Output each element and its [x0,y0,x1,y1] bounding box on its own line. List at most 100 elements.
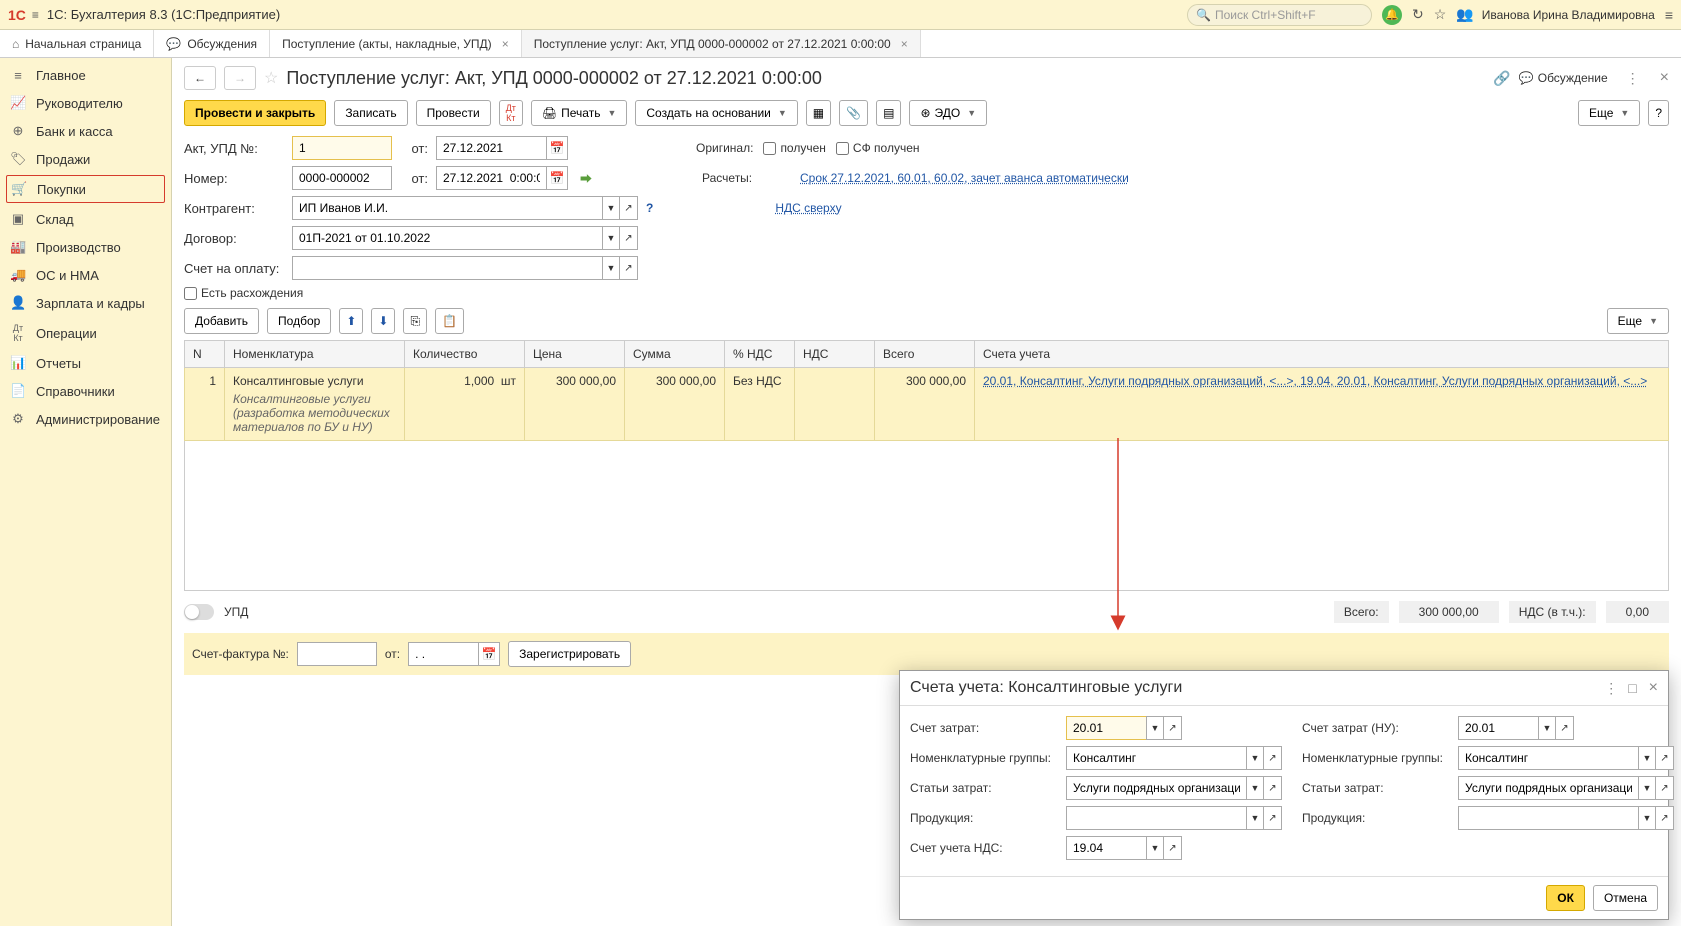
sidebar-item-assets[interactable]: 🚚ОС и НМА [0,261,171,289]
discrepancy-checkbox[interactable]: Есть расхождения [184,286,303,300]
select-button[interactable]: Подбор [267,308,331,334]
sidebar-item-production[interactable]: 🏭Производство [0,233,171,261]
nav-back-button[interactable]: ← [184,66,216,90]
open-icon[interactable]: ↗ [1264,806,1282,830]
print-button[interactable]: 🖨Печать▼ [531,100,627,126]
notifications-icon[interactable]: 🔔 [1382,5,1402,25]
table-more-button[interactable]: Еще▼ [1607,308,1669,334]
sidebar-item-sales[interactable]: 🏷Продажи [0,145,171,173]
open-icon[interactable]: ↗ [620,226,638,250]
vat-link[interactable]: НДС сверху [775,201,841,215]
col-n[interactable]: N [185,341,225,368]
col-vat[interactable]: НДС [795,341,875,368]
dtkt-button[interactable]: ДтКт [499,100,523,126]
cancel-button[interactable]: Отмена [1593,885,1658,911]
sidebar-item-purchases[interactable]: 🛒Покупки [6,175,165,203]
move-down-button[interactable]: ⬇ [371,308,395,334]
sidebar-item-main[interactable]: ≡Главное [0,62,171,89]
tab-home[interactable]: ⌂Начальная страница [0,30,154,57]
bill-input[interactable] [292,256,602,280]
chevron-down-icon[interactable]: ▼ [1246,776,1264,800]
vat-acc-input[interactable] [1066,836,1146,860]
help-button[interactable]: ? [1648,100,1669,126]
save-button[interactable]: Записать [334,100,407,126]
open-icon[interactable]: ↗ [620,256,638,280]
chevron-down-icon[interactable]: ▼ [1146,716,1164,740]
open-icon[interactable]: ↗ [1656,776,1674,800]
chevron-down-icon[interactable]: ▼ [602,226,620,250]
sf-received-checkbox[interactable]: СФ получен [836,141,920,155]
chevron-down-icon[interactable]: ▼ [1246,746,1264,770]
sidebar-item-hr[interactable]: 👤Зарплата и кадры [0,289,171,317]
sidebar-item-manager[interactable]: 📈Руководителю [0,89,171,117]
chevron-down-icon[interactable]: ▼ [1638,776,1656,800]
list-button[interactable]: ▤ [876,100,901,126]
create-based-button[interactable]: Создать на основании▼ [635,100,797,126]
cell-qty[interactable]: 1,000 шт [405,368,525,441]
tab-discussions[interactable]: 💬Обсуждения [154,30,270,57]
sidebar-item-warehouse[interactable]: ▣Склад [0,205,171,233]
act-number-input[interactable] [292,136,392,160]
chevron-down-icon[interactable]: ▼ [1638,806,1656,830]
tab-receipt-doc[interactable]: Поступление услуг: Акт, УПД 0000-000002 … [522,30,921,57]
cell-vat-pct[interactable]: Без НДС [725,368,795,441]
attach-button[interactable]: 📎 [839,100,868,126]
open-icon[interactable]: ↗ [1656,806,1674,830]
cell-n[interactable]: 1 [185,368,225,441]
upd-toggle[interactable] [184,604,214,620]
open-icon[interactable]: ↗ [1264,776,1282,800]
nom-grp-nu-input[interactable] [1458,746,1638,770]
close-icon[interactable]: × [1649,679,1658,697]
more-icon[interactable]: ⋮ [1604,680,1618,697]
open-icon[interactable]: ↗ [1656,746,1674,770]
sidebar-item-refs[interactable]: 📄Справочники [0,377,171,405]
cell-price[interactable]: 300 000,00 [525,368,625,441]
calc-link[interactable]: Срок 27.12.2021, 60.01, 60.02, зачет ава… [800,171,1129,185]
cell-nom[interactable]: Консалтинговые услуги Консалтинговые усл… [225,368,405,441]
sidebar-item-bank[interactable]: ⊕Банк и касса [0,117,171,145]
discussion-button[interactable]: 💬Обсуждение [1519,71,1608,85]
calendar-icon[interactable]: 📅 [478,642,500,666]
acc-link[interactable]: 20.01, Консалтинг, Услуги подрядных орга… [983,374,1647,388]
more-button[interactable]: Еще▼ [1578,100,1640,126]
move-up-button[interactable]: ⬆ [339,308,363,334]
search-input[interactable]: 🔍 Поиск Ctrl+Shift+F [1187,4,1372,26]
product-nu-input[interactable] [1458,806,1638,830]
cell-vat[interactable] [795,368,875,441]
add-row-button[interactable]: Добавить [184,308,259,334]
paste-button[interactable]: 📋 [435,308,464,334]
table-scroll-area[interactable] [184,441,1669,591]
history-icon[interactable]: ↻ [1412,6,1424,23]
chevron-down-icon[interactable]: ▼ [1538,716,1556,740]
open-icon[interactable]: ↗ [620,196,638,220]
number-input[interactable] [292,166,392,190]
copy-button[interactable]: ⎘ [403,308,427,334]
chevron-down-icon[interactable]: ▼ [602,196,620,220]
open-icon[interactable]: ↗ [1264,746,1282,770]
cell-sum[interactable]: 300 000,00 [625,368,725,441]
star-icon[interactable]: ☆ [264,68,278,88]
favorites-icon[interactable]: ☆ [1434,6,1447,23]
open-icon[interactable]: ↗ [1164,716,1182,740]
chevron-down-icon[interactable]: ▼ [602,256,620,280]
calendar-icon[interactable]: 📅 [546,166,568,190]
close-icon[interactable]: × [901,37,908,51]
user-name[interactable]: Иванова Ирина Владимировна [1482,8,1655,22]
open-icon[interactable]: ↗ [1164,836,1182,860]
calendar-icon[interactable]: 📅 [546,136,568,160]
more-icon[interactable]: ⋮ [1626,70,1640,87]
post-and-close-button[interactable]: Провести и закрыть [184,100,326,126]
cost-items-input[interactable] [1066,776,1246,800]
post-button[interactable]: Провести [416,100,491,126]
tab-receipts-list[interactable]: Поступление (акты, накладные, УПД)× [270,30,522,57]
col-total[interactable]: Всего [875,341,975,368]
sidebar-item-reports[interactable]: 📊Отчеты [0,349,171,377]
cost-acc-nu-input[interactable] [1458,716,1538,740]
close-icon[interactable]: × [502,37,509,51]
app-menu-icon[interactable]: ≡ [1665,7,1673,23]
col-vat-pct[interactable]: % НДС [725,341,795,368]
ok-button[interactable]: ОК [1546,885,1585,911]
col-acc[interactable]: Счета учета [975,341,1669,368]
sidebar-item-operations[interactable]: ДтКтОперации [0,317,171,349]
chevron-down-icon[interactable]: ▼ [1146,836,1164,860]
